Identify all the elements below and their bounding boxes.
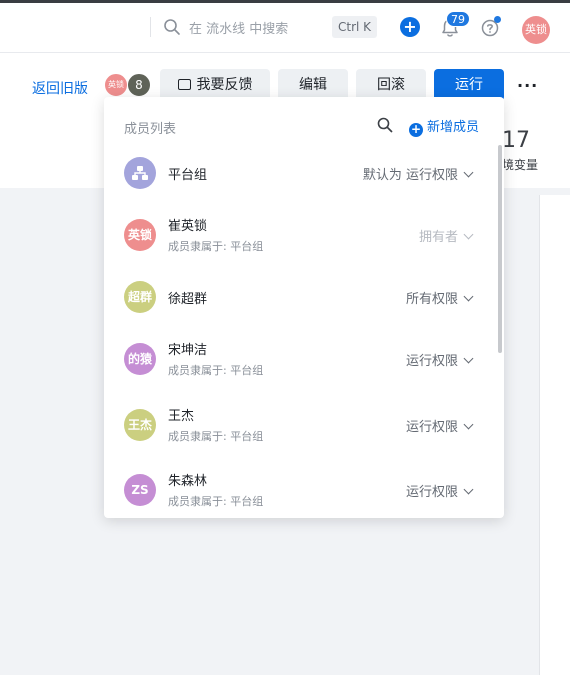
create-button[interactable]: + (400, 17, 420, 37)
member-group-note: 成员隶属于: 平台组 (168, 364, 264, 377)
add-circle-icon: + (409, 122, 423, 137)
notification-badge: 79 (446, 11, 470, 27)
permission-select[interactable]: 运行权限 (405, 350, 474, 369)
global-search-input[interactable]: 在 流水线 中搜索 (189, 18, 288, 37)
popover-scrollbar[interactable] (498, 145, 502, 353)
member-row[interactable]: 王杰 王杰 成员隶属于: 平台组 运行权限 (104, 394, 494, 454)
chevron-down-icon (463, 167, 474, 178)
member-name: 崔英锁 (168, 219, 208, 234)
member-group-note: 成员隶属于: 平台组 (168, 430, 264, 443)
add-member-button[interactable]: + 新增成员 (409, 116, 479, 137)
env-variable-count: 17 (502, 128, 530, 153)
permission-label: 运行权限 (405, 485, 458, 500)
back-to-old-version-link[interactable]: 返回旧版 (32, 78, 88, 98)
chevron-down-icon (463, 291, 474, 302)
member-avatar: ZS (124, 474, 156, 506)
permission-label: 默认为 运行权限 (362, 168, 458, 183)
permission-select: 拥有者 (418, 226, 474, 245)
permission-select[interactable]: 所有权限 (405, 288, 474, 307)
chevron-down-icon (463, 419, 474, 430)
member-name: 宋坤洁 (168, 343, 208, 358)
search-shortcut-hint: Ctrl K (332, 16, 378, 38)
permission-label: 所有权限 (405, 292, 458, 307)
chevron-down-icon (463, 484, 474, 495)
member-avatar: 的猿 (124, 343, 156, 375)
member-count-avatar[interactable]: 8 (127, 73, 151, 97)
more-options-icon[interactable]: ··· (517, 76, 538, 95)
member-row[interactable]: 平台组 默认为 运行权限 (104, 142, 494, 202)
permission-select[interactable]: 运行权限 (405, 416, 474, 435)
member-search-icon[interactable] (377, 117, 393, 133)
member-row[interactable]: ZS 朱森林成员隶属于: 平台组 运行权限 (104, 459, 494, 518)
member-avatar: 超群 (124, 281, 156, 313)
env-variable-label: 境变量 (502, 158, 539, 172)
add-member-label: 新增成员 (427, 120, 480, 135)
user-avatar[interactable]: 英锁 (522, 16, 550, 44)
member-avatar[interactable]: 英锁 (104, 73, 128, 97)
permission-label: 运行权限 (405, 420, 458, 435)
permission-label: 拥有者 (418, 230, 458, 245)
member-group-note: 成员隶属于: 平台组 (168, 240, 264, 253)
member-list-popover: 成员列表 + 新增成员 平台组 默认为 运行权限英锁 崔英锁成员隶属于: 平台组 拥有者… (104, 97, 504, 518)
chevron-down-icon (463, 353, 474, 364)
permission-label: 运行权限 (405, 354, 458, 369)
navbar-divider (150, 17, 151, 37)
member-avatar: 英锁 (124, 219, 156, 251)
chevron-down-icon (463, 229, 474, 240)
member-row[interactable]: 的猿 宋坤洁成员隶属于: 平台组 运行权限 (104, 328, 494, 388)
permission-select[interactable]: 默认为 运行权限 (362, 164, 474, 183)
member-avatar: 王杰 (124, 409, 156, 441)
member-row[interactable]: 英锁 崔英锁成员隶属于: 平台组 拥有者 (104, 204, 494, 264)
member-list-title: 成员列表 (124, 122, 177, 137)
permission-select[interactable]: 运行权限 (405, 481, 474, 500)
member-group-note: 成员隶属于: 平台组 (168, 495, 264, 508)
help-notification-dot (494, 16, 501, 23)
feedback-label: 我要反馈 (196, 77, 253, 93)
member-name: 徐超群 (168, 292, 208, 307)
member-name: 王杰 (168, 409, 195, 424)
search-icon[interactable] (163, 18, 181, 36)
member-row[interactable]: 超群 徐超群 所有权限 (104, 266, 494, 326)
feedback-icon (177, 79, 191, 90)
group-icon (124, 157, 156, 189)
top-navbar: 在 流水线 中搜索 Ctrl K + 79 英锁 (0, 3, 570, 53)
member-name: 平台组 (168, 168, 208, 183)
member-name: 朱森林 (168, 474, 208, 489)
